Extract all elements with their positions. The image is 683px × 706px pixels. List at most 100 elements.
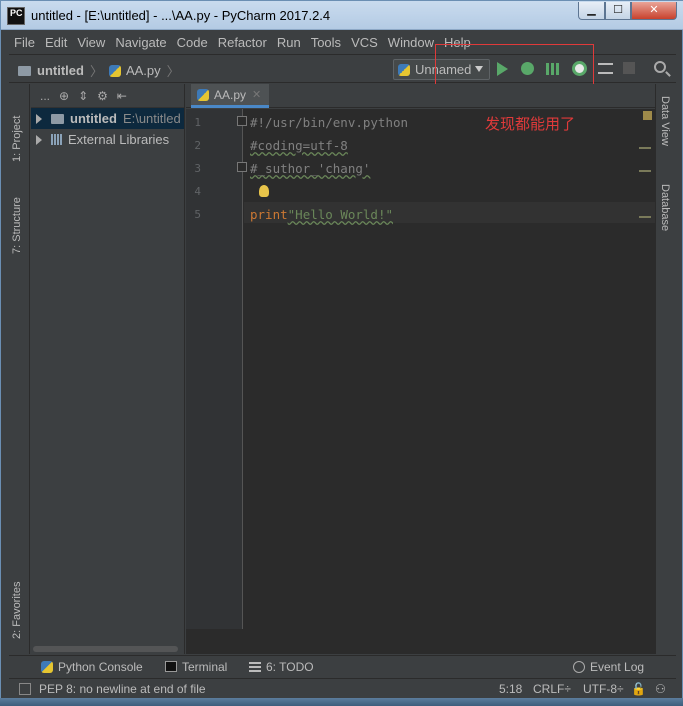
line-number: 2 — [194, 139, 201, 152]
horizontal-scrollbar[interactable] — [33, 646, 178, 652]
terminal-button[interactable]: Terminal — [165, 660, 227, 674]
code-editor[interactable]: 1 2 3 4 5 #!/usr/bin/env.python #coding=… — [186, 109, 655, 654]
tree-item-label: External Libraries — [68, 132, 170, 147]
pycharm-window: PC untitled - [E:\untitled] - ...\AA.py … — [0, 0, 683, 706]
tree-item-path: E:\untitled — [122, 111, 181, 126]
error-stripe-marker[interactable] — [639, 216, 651, 218]
gear-icon[interactable]: ⚙ — [97, 89, 108, 103]
code-line-5: print"Hello World!" — [250, 207, 393, 222]
menu-run[interactable]: Run — [277, 35, 301, 50]
project-panel: ... ⊕ ⇕ ⚙ ⇤ untitled E:\untitled Externa… — [31, 84, 185, 654]
menu-navigate[interactable]: Navigate — [115, 35, 166, 50]
file-encoding[interactable]: UTF-8÷ — [583, 682, 624, 696]
error-stripe-marker[interactable] — [639, 147, 651, 149]
status-bar: PEP 8: no newline at end of file 5:18 CR… — [9, 678, 676, 698]
tool-windows-toggle-icon[interactable] — [19, 683, 31, 695]
breadcrumb: untitled 〉 AA.py 〉 — [18, 61, 186, 80]
python-console-button[interactable]: Python Console — [41, 660, 143, 674]
close-tab-icon[interactable]: ✕ — [252, 88, 261, 101]
event-log-icon — [573, 660, 585, 673]
event-log-button[interactable]: Event Log — [573, 660, 644, 674]
fold-marker-icon[interactable] — [237, 116, 247, 126]
event-log-label: Event Log — [590, 659, 645, 674]
breadcrumb-file[interactable]: AA.py — [126, 63, 161, 78]
menu-view[interactable]: View — [77, 35, 105, 50]
todo-icon — [249, 661, 261, 672]
left-tool-stripe: 1: Project 7: Structure 2: Favorites — [9, 84, 30, 654]
window-title: untitled - [E:\untitled] - ...\AA.py - P… — [31, 8, 331, 23]
title-bar: PC untitled - [E:\untitled] - ...\AA.py … — [1, 1, 683, 30]
menu-edit[interactable]: Edit — [45, 35, 67, 50]
line-separator[interactable]: CRLF÷ — [533, 682, 571, 696]
python-console-label: Python Console — [58, 659, 143, 674]
menu-file[interactable]: File — [14, 35, 35, 50]
project-panel-toolbar: ... ⊕ ⇕ ⚙ ⇤ — [31, 84, 184, 108]
code-line-1: #!/usr/bin/env.python — [250, 115, 409, 130]
python-file-icon — [108, 64, 121, 77]
hector-icon[interactable]: ⚇ — [655, 682, 666, 696]
fold-marker-icon[interactable] — [237, 162, 247, 172]
chevron-right-icon: 〉 — [89, 64, 103, 79]
gutter: 1 2 3 4 5 — [186, 109, 247, 629]
expand-arrow-icon[interactable] — [36, 134, 42, 145]
expand-arrow-icon[interactable] — [36, 113, 42, 124]
close-button[interactable]: ✕ — [631, 2, 677, 20]
tab-project[interactable]: 1: Project — [11, 116, 23, 162]
pycharm-app-icon: PC — [7, 7, 25, 25]
search-icon[interactable] — [654, 61, 666, 73]
python-file-icon — [197, 88, 209, 101]
tab-database[interactable]: Database — [659, 184, 671, 231]
lightbulb-icon[interactable] — [259, 185, 269, 197]
locate-icon[interactable]: ⊕ — [59, 89, 69, 103]
tab-label: AA.py — [214, 87, 247, 102]
string-literal: "Hello World!" — [287, 207, 393, 222]
menu-code[interactable]: Code — [177, 35, 208, 50]
todo-button[interactable]: 6: TODO — [249, 660, 314, 674]
chevron-right-icon: 〉 — [166, 64, 180, 79]
tab-structure[interactable]: 7: Structure — [11, 197, 23, 254]
maximize-button[interactable]: ☐ — [605, 2, 631, 20]
lock-icon[interactable]: 🔓 — [631, 682, 646, 696]
folder-icon — [18, 65, 31, 76]
todo-label: 6: TODO — [266, 659, 314, 674]
terminal-label: Terminal — [182, 659, 228, 674]
hide-panel-icon[interactable]: ⇤ — [117, 89, 127, 103]
caret-position[interactable]: 5:18 — [499, 682, 522, 696]
terminal-icon — [165, 661, 177, 672]
minimize-button[interactable]: ▁ — [578, 2, 605, 20]
line-number: 5 — [194, 208, 201, 221]
python-icon — [41, 660, 53, 673]
concurrency-diagram-icon[interactable] — [598, 63, 613, 74]
inspection-status-icon[interactable] — [643, 111, 652, 120]
tab-favorites[interactable]: 2: Favorites — [11, 582, 23, 639]
bottom-tool-strip: Python Console Terminal 6: TODO Event Lo… — [9, 655, 676, 677]
line-number: 1 — [194, 116, 201, 129]
tab-data-view[interactable]: Data View — [659, 96, 671, 146]
breadcrumb-project[interactable]: untitled — [37, 63, 84, 78]
project-view-select[interactable]: ... — [40, 89, 50, 103]
status-message: PEP 8: no newline at end of file — [39, 682, 206, 696]
menu-tools[interactable]: Tools — [311, 35, 341, 50]
tab-aa-py[interactable]: AA.py ✕ — [191, 84, 269, 108]
libraries-icon — [51, 134, 63, 145]
stop-icon[interactable] — [623, 62, 635, 74]
folder-icon — [51, 113, 64, 124]
tree-item-untitled[interactable]: untitled E:\untitled — [31, 108, 184, 129]
line-number: 4 — [194, 185, 201, 198]
code-line-3: #_suthor_'chang' — [250, 161, 371, 176]
error-stripe-marker[interactable] — [639, 170, 651, 172]
tree-item-external-libraries[interactable]: External Libraries — [31, 129, 184, 150]
right-tool-stripe: Data View Database — [639, 84, 676, 654]
python-icon — [398, 63, 410, 76]
tree-item-label: untitled — [70, 111, 117, 126]
menu-window[interactable]: Window — [388, 35, 434, 50]
os-taskbar — [0, 698, 683, 706]
window-controls: ▁ ☐ ✕ — [578, 2, 677, 20]
menu-vcs[interactable]: VCS — [351, 35, 378, 50]
editor-tabs: AA.py ✕ — [186, 84, 655, 108]
menu-refactor[interactable]: Refactor — [218, 35, 267, 50]
collapse-all-icon[interactable]: ⇕ — [78, 89, 88, 103]
line-number: 3 — [194, 162, 201, 175]
annotation-text: 发现都能用了 — [485, 116, 576, 133]
keyword-print: print — [250, 207, 288, 222]
